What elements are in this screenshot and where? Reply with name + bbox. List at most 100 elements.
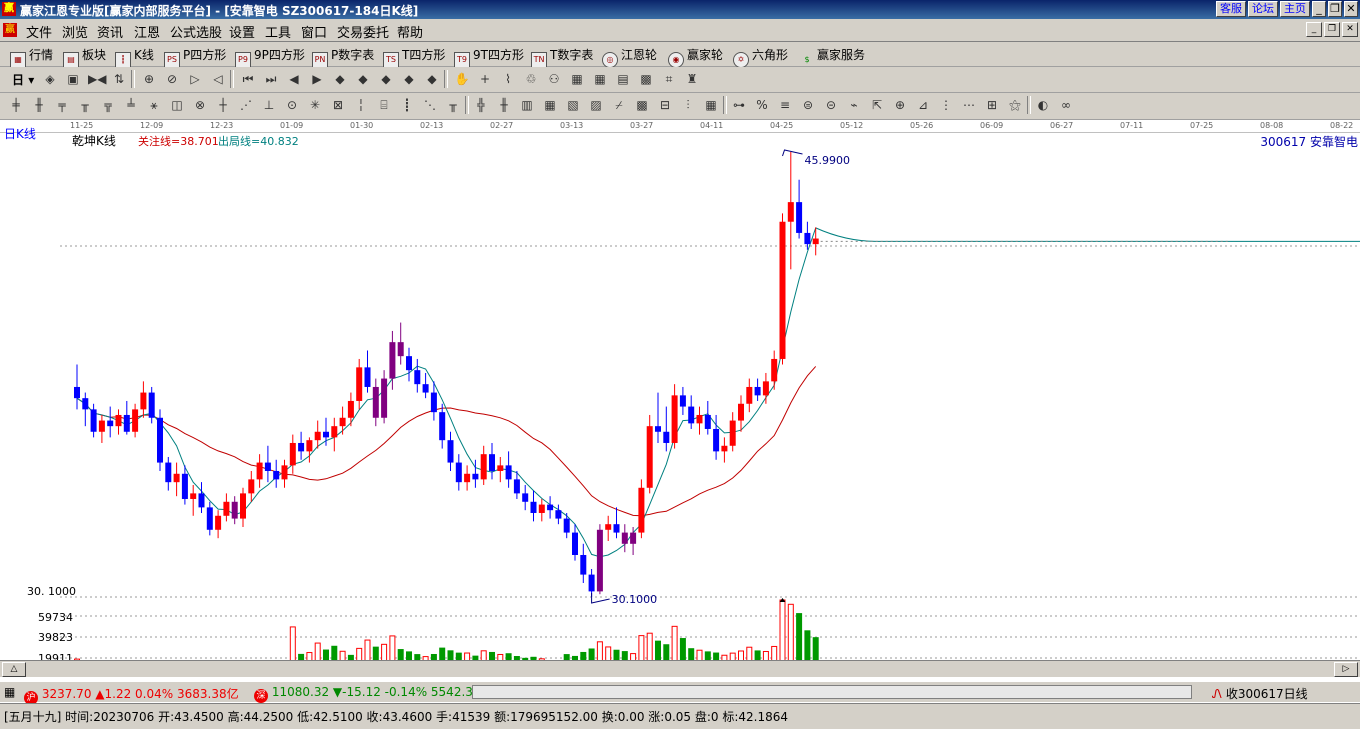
draw-tool-20-icon[interactable]: ╥ <box>445 97 461 113</box>
draw-tool-21-icon[interactable]: ╬ <box>473 97 489 113</box>
tool-11-icon[interactable]: ◀ <box>286 71 302 87</box>
draw-tool-15-icon[interactable]: ⊠ <box>330 97 346 113</box>
tool-6-icon[interactable]: ⊘ <box>164 71 180 87</box>
draw-tool-11-icon[interactable]: ⋰ <box>238 97 254 113</box>
minimize-icon[interactable]: _ <box>1312 1 1326 17</box>
9p-square-button[interactable]: P9 9P四方形 <box>235 46 305 68</box>
draw-tool-18-icon[interactable]: ┋ <box>399 97 415 113</box>
draw-tool-4-icon[interactable]: ╥ <box>77 97 93 113</box>
draw-tool-8-icon[interactable]: ◫ <box>169 97 185 113</box>
draw-tool-29-icon[interactable]: ⊟ <box>657 97 673 113</box>
draw-tool-43-icon[interactable]: ⊞ <box>984 97 1000 113</box>
draw-tool-23-icon[interactable]: ▥ <box>519 97 535 113</box>
draw-tool-19-icon[interactable]: ⋱ <box>422 97 438 113</box>
draw-tool-12-icon[interactable]: ⊥ <box>261 97 277 113</box>
draw-tool-16-icon[interactable]: ╎ <box>353 97 369 113</box>
draw-tool-37-icon[interactable]: ⌁ <box>846 97 862 113</box>
tool-3-icon[interactable]: ▶◀ <box>88 71 106 87</box>
scroll-right-icon[interactable]: ▷ <box>1334 662 1358 677</box>
menu-settings[interactable]: 设置 <box>229 22 255 41</box>
restore-icon[interactable]: ❐ <box>1328 1 1342 17</box>
draw-tool-24-icon[interactable]: ▦ <box>542 97 558 113</box>
draw-tool-40-icon[interactable]: ⊿ <box>915 97 931 113</box>
tool-22-icon[interactable]: ⚇ <box>546 71 562 87</box>
tool-21-icon[interactable]: ♲ <box>523 71 539 87</box>
draw-tool-31-icon[interactable]: ▦ <box>703 97 719 113</box>
tool-2-icon[interactable]: ▣ <box>65 71 81 87</box>
status-scrollbar[interactable] <box>472 685 1192 699</box>
home-link[interactable]: 主页 <box>1280 1 1310 17</box>
tool-27-icon[interactable]: ⌗ <box>661 71 677 87</box>
draw-tool-32-icon[interactable]: ⊶ <box>731 97 747 113</box>
sector-button[interactable]: ▤ 板块 <box>63 46 106 68</box>
draw-tool-46-icon[interactable]: ∞ <box>1058 97 1074 113</box>
menu-info[interactable]: 资讯 <box>97 22 123 41</box>
draw-tool-1-icon[interactable]: ╪ <box>8 97 24 113</box>
tool-25-icon[interactable]: ▤ <box>615 71 631 87</box>
scroll-left-icon[interactable]: △ <box>2 662 26 677</box>
tool-5-icon[interactable]: ⊕ <box>141 71 157 87</box>
tool-15-icon[interactable]: ◆ <box>378 71 394 87</box>
chart-scrollbar[interactable]: △ ▷ <box>0 660 1360 677</box>
draw-tool-2-icon[interactable]: ╫ <box>31 97 47 113</box>
draw-tool-17-icon[interactable]: ⌸ <box>376 97 392 113</box>
p-square-button[interactable]: PS P四方形 <box>164 46 226 68</box>
close-icon[interactable]: ✕ <box>1344 1 1358 17</box>
sh-index[interactable]: 沪 3237.70 ▲1.22 0.04% 3683.38亿 <box>24 685 239 705</box>
draw-tool-6-icon[interactable]: ╧ <box>123 97 139 113</box>
status-grid-icon[interactable]: ▦ <box>4 685 15 699</box>
chart-canvas[interactable]: 45.9900 30.1000 <box>0 132 1360 660</box>
tool-13-icon[interactable]: ◆ <box>332 71 348 87</box>
draw-tool-26-icon[interactable]: ▨ <box>588 97 604 113</box>
draw-tool-42-icon[interactable]: ⋯ <box>961 97 977 113</box>
tool-17-icon[interactable]: ◆ <box>424 71 440 87</box>
9t-square-button[interactable]: T9 9T四方形 <box>454 46 524 68</box>
tool-23-icon[interactable]: ▦ <box>569 71 585 87</box>
draw-tool-34-icon[interactable]: ≡ <box>777 97 793 113</box>
tool-10-icon[interactable]: ⏭ <box>263 71 279 87</box>
gann-wheel-button[interactable]: ◎ 江恩轮 <box>602 46 657 68</box>
draw-tool-38-icon[interactable]: ⇱ <box>869 97 885 113</box>
draw-tool-33-icon[interactable]: % <box>754 97 770 113</box>
kline-button[interactable]: ┇ K线 <box>115 46 154 68</box>
mdi-restore-icon[interactable]: ❐ <box>1324 22 1340 37</box>
menu-formula[interactable]: 公式选股 <box>170 22 222 41</box>
tool-28-icon[interactable]: ♜ <box>684 71 700 87</box>
menu-window[interactable]: 窗口 <box>301 22 327 41</box>
draw-tool-39-icon[interactable]: ⊕ <box>892 97 908 113</box>
service-button[interactable]: $ 赢家服务 <box>800 46 865 67</box>
draw-tool-41-icon[interactable]: ⋮ <box>938 97 954 113</box>
tool-16-icon[interactable]: ◆ <box>401 71 417 87</box>
tool-12-icon[interactable]: ▶ <box>309 71 325 87</box>
forum-link[interactable]: 论坛 <box>1248 1 1278 17</box>
menu-tools[interactable]: 工具 <box>265 22 291 41</box>
service-link[interactable]: 客服 <box>1216 1 1246 17</box>
p-number-button[interactable]: PN P数字表 <box>312 46 374 68</box>
tool-8-icon[interactable]: ◁ <box>210 71 226 87</box>
draw-tool-22-icon[interactable]: ╫ <box>496 97 512 113</box>
mdi-close-icon[interactable]: ✕ <box>1342 22 1358 37</box>
draw-tool-5-icon[interactable]: ╦ <box>100 97 116 113</box>
draw-tool-28-icon[interactable]: ▩ <box>634 97 650 113</box>
draw-tool-45-icon[interactable]: ◐ <box>1035 97 1051 113</box>
draw-tool-25-icon[interactable]: ▧ <box>565 97 581 113</box>
draw-tool-13-icon[interactable]: ⊙ <box>284 97 300 113</box>
tool-9-icon[interactable]: ⏮ <box>240 71 256 87</box>
sz-index[interactable]: 深 11080.32 ▼-15.12 -0.14% 5542.3 <box>254 685 473 703</box>
mdi-minimize-icon[interactable]: _ <box>1306 22 1322 37</box>
menu-trade[interactable]: 交易委托 <box>337 22 389 41</box>
t-square-button[interactable]: TS T四方形 <box>383 46 445 68</box>
tool-7-icon[interactable]: ▷ <box>187 71 203 87</box>
winner-wheel-button[interactable]: ◉ 赢家轮 <box>668 46 723 68</box>
draw-tool-3-icon[interactable]: ╤ <box>54 97 70 113</box>
menu-file[interactable]: 文件 <box>26 22 52 41</box>
tool-18-icon[interactable]: ✋ <box>454 71 470 87</box>
quote-button[interactable]: ▦ 行情 <box>10 46 53 68</box>
menu-browse[interactable]: 浏览 <box>62 22 88 41</box>
draw-tool-44-icon[interactable]: ⚝ <box>1007 97 1023 113</box>
draw-tool-30-icon[interactable]: ⫶ <box>680 97 696 113</box>
menu-gann[interactable]: 江恩 <box>134 22 160 41</box>
tool-4-icon[interactable]: ⇅ <box>111 71 127 87</box>
tool-14-icon[interactable]: ◆ <box>355 71 371 87</box>
draw-tool-10-icon[interactable]: ┼ <box>215 97 231 113</box>
